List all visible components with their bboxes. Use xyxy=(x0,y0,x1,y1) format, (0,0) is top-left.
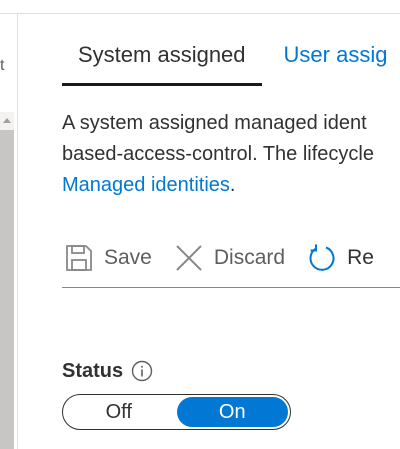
description-line-2: based-access-control. The lifecycle xyxy=(62,143,374,165)
floppy-disk-icon xyxy=(62,241,96,275)
save-label: Save xyxy=(104,246,152,269)
x-icon xyxy=(172,241,206,275)
tab-system-assigned[interactable]: System assigned xyxy=(62,38,262,86)
save-button[interactable]: Save xyxy=(62,241,152,275)
refresh-label: Re xyxy=(347,246,374,269)
description-period: . xyxy=(229,174,236,196)
status-field-label: Status xyxy=(62,358,153,384)
status-on-option[interactable]: On xyxy=(176,397,288,427)
discard-label: Discard xyxy=(213,246,286,269)
description-line-1: A system assigned managed ident xyxy=(62,112,367,134)
command-bar-divider xyxy=(62,287,400,288)
status-toggle[interactable]: Off On xyxy=(62,394,291,430)
status-label-text: Status xyxy=(62,360,124,382)
command-bar: Save Discard Re xyxy=(62,238,394,278)
status-off-option[interactable]: Off xyxy=(63,395,175,429)
left-pane: t xyxy=(0,14,18,449)
managed-identities-link[interactable]: Managed identities xyxy=(62,174,230,196)
identity-tabs: System assigned User assig xyxy=(62,38,400,86)
tab-user-assigned[interactable]: User assig xyxy=(262,38,400,82)
info-icon[interactable] xyxy=(131,360,153,382)
scrollbar-thumb[interactable] xyxy=(0,130,14,449)
scroll-up-icon[interactable] xyxy=(0,112,14,128)
refresh-button[interactable]: Re xyxy=(305,241,374,275)
refresh-icon xyxy=(305,241,339,275)
top-divider xyxy=(0,13,400,14)
managed-identity-panel: t System assigned User assig A system as… xyxy=(0,0,400,449)
left-pane-clipped-text: t xyxy=(0,57,5,74)
description: A system assigned managed ident based-ac… xyxy=(62,108,400,201)
description-line-3: Managed identities. xyxy=(62,170,400,201)
discard-button[interactable]: Discard xyxy=(172,241,285,275)
